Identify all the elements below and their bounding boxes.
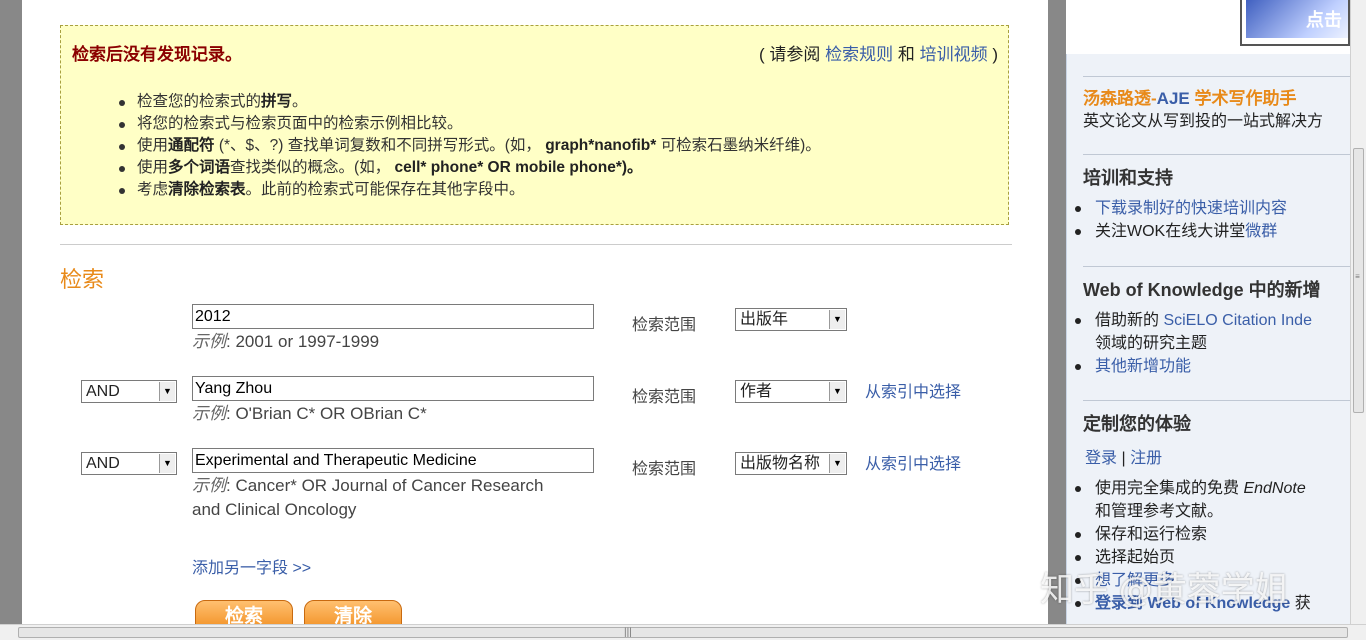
grip-icon: ≡ <box>1355 272 1360 281</box>
list-item: 其他新增功能 <box>1067 355 1312 378</box>
tip-multiple-terms: 使用多个词语查找类似的概念。(如， cell* phone* OR mobile… <box>117 157 821 179</box>
download-training-link[interactable]: 下载录制好的快速培训内容 <box>1095 200 1287 217</box>
scope-label-2: 检索范围 <box>632 389 697 406</box>
watermark: 知乎 @黄蓉学姐 <box>1040 570 1289 610</box>
ad-banner-text: 点击 <box>1306 10 1342 30</box>
list-item-continuation: 领域的研究主题 <box>1095 335 1208 352</box>
search-section-title: 检索 <box>60 268 105 293</box>
sidebar: 点击 汤森路透-AJE 学术写作助手 英文论文从写到投的一站式解决方 培训和支持… <box>1048 0 1350 624</box>
list-item: 保存和运行检索 <box>1067 523 1311 546</box>
login-register: 登录 | 注册 <box>1085 450 1163 467</box>
tip-wildcards: 使用通配符 (*、$、?) 查找单词复数和不同拼写形式。(如， graph*na… <box>117 135 821 157</box>
vertical-scrollbar[interactable]: ≡ <box>1350 0 1366 624</box>
chevron-down-icon: ▼ <box>829 454 845 473</box>
scope-select-3[interactable]: 出版物名称 ▼ <box>735 452 847 475</box>
sidebar-panel: 汤森路透-AJE 学术写作助手 英文论文从写到投的一站式解决方 培训和支持 下载… <box>1066 54 1350 624</box>
grip-icon: ||| <box>624 627 632 638</box>
list-item: 借助新的 SciELO Citation Inde <box>1067 309 1312 332</box>
chevron-down-icon: ▼ <box>829 310 845 329</box>
scope-label-3: 检索范围 <box>632 461 697 478</box>
chevron-down-icon: ▼ <box>829 382 845 401</box>
horizontal-scrollbar[interactable]: ||| <box>0 624 1366 640</box>
ref-open: ( 请参阅 <box>759 45 821 64</box>
ref-close: ) <box>992 45 998 64</box>
promo-title[interactable]: 汤森路透-AJE 学术写作助手 <box>1083 84 1296 109</box>
promo-subtitle: 英文论文从写到投的一站式解决方 <box>1083 113 1324 130</box>
section-divider <box>60 244 1012 245</box>
list-item: 关注WOK在线大讲堂微群 <box>1067 220 1287 243</box>
whats-new-title: Web of Knowledge 中的新增 <box>1083 280 1321 300</box>
search-field-2-input[interactable] <box>192 376 594 401</box>
training-title: 培训和支持 <box>1083 168 1173 188</box>
customize-title: 定制您的体验 <box>1083 414 1191 434</box>
operator-select-2[interactable]: AND ▼ <box>81 380 177 403</box>
search-button[interactable]: 检索 <box>195 600 293 624</box>
clear-button[interactable]: 清除 <box>304 600 402 624</box>
select-from-index-link-3[interactable]: 从索引中选择 <box>865 450 961 474</box>
ref-and: 和 <box>897 45 915 64</box>
other-new-features-link[interactable]: 其他新增功能 <box>1095 358 1191 375</box>
chevron-down-icon: ▼ <box>159 454 175 473</box>
tip-clear-form: 考虑清除检索表。此前的检索式可能保存在其他字段中。 <box>117 179 821 201</box>
select-from-index-link-2[interactable]: 从索引中选择 <box>865 378 961 402</box>
scielo-link[interactable]: SciELO Citation Inde <box>1163 312 1312 329</box>
horizontal-scroll-thumb[interactable]: ||| <box>18 627 1348 638</box>
scope-label-1: 检索范围 <box>632 317 697 334</box>
whats-new-list: 借助新的 SciELO Citation Inde 领域的研究主题 其他新增功能 <box>1067 309 1312 378</box>
search-field-1-input[interactable] <box>192 304 594 329</box>
register-link[interactable]: 注册 <box>1130 450 1162 467</box>
tip-spelling: 检查您的检索式的拼写。 <box>117 91 821 113</box>
add-another-field-link[interactable]: 添加另一字段 >> <box>192 554 311 578</box>
training-video-link[interactable]: 培训视频 <box>920 45 988 64</box>
list-item: 使用完全集成的免费 EndNote <box>1067 477 1311 500</box>
search-field-3-input[interactable] <box>192 448 594 473</box>
no-results-notice: 检索后没有发现记录。 ( 请参阅 检索规则 和 培训视频 ) 检查您的检索式的拼… <box>60 25 1009 225</box>
search-rules-link[interactable]: 检索规则 <box>825 45 893 64</box>
sidebar-divider <box>1083 76 1350 77</box>
sidebar-divider <box>1083 154 1350 155</box>
no-results-title: 检索后没有发现记录。 <box>72 45 242 65</box>
login-link[interactable]: 登录 <box>1085 450 1117 467</box>
search-field-3-example: 示例: Cancer* OR Journal of Cancer Researc… <box>192 476 544 519</box>
chevron-down-icon: ▼ <box>159 382 175 401</box>
weibo-group-link[interactable]: 微群 <box>1245 223 1277 240</box>
main-content: 检索后没有发现记录。 ( 请参阅 检索规则 和 培训视频 ) 检查您的检索式的拼… <box>22 0 1048 624</box>
operator-select-3[interactable]: AND ▼ <box>81 452 177 475</box>
scope-select-1[interactable]: 出版年 ▼ <box>735 308 847 331</box>
tip-compare: 将您的检索式与检索页面中的检索示例相比较。 <box>117 113 821 135</box>
search-tips-list: 检查您的检索式的拼写。 将您的检索式与检索页面中的检索示例相比较。 使用通配符 … <box>117 91 821 201</box>
list-item: 下载录制好的快速培训内容 <box>1067 197 1287 220</box>
sidebar-divider <box>1083 400 1350 401</box>
scope-select-2[interactable]: 作者 ▼ <box>735 380 847 403</box>
left-page-margin <box>0 0 22 624</box>
search-field-2-example: 示例: O'Brian C* OR OBrian C* <box>192 404 427 423</box>
ad-banner[interactable]: 点击 <box>1240 0 1350 46</box>
training-list: 下载录制好的快速培训内容 关注WOK在线大讲堂微群 <box>1067 197 1287 243</box>
list-item-continuation: 和管理参考文献。 <box>1095 503 1224 520</box>
search-field-1-example: 示例: 2001 or 1997-1999 <box>192 332 380 351</box>
help-references: ( 请参阅 检索规则 和 培训视频 ) <box>759 40 998 65</box>
sidebar-divider <box>1083 266 1350 267</box>
